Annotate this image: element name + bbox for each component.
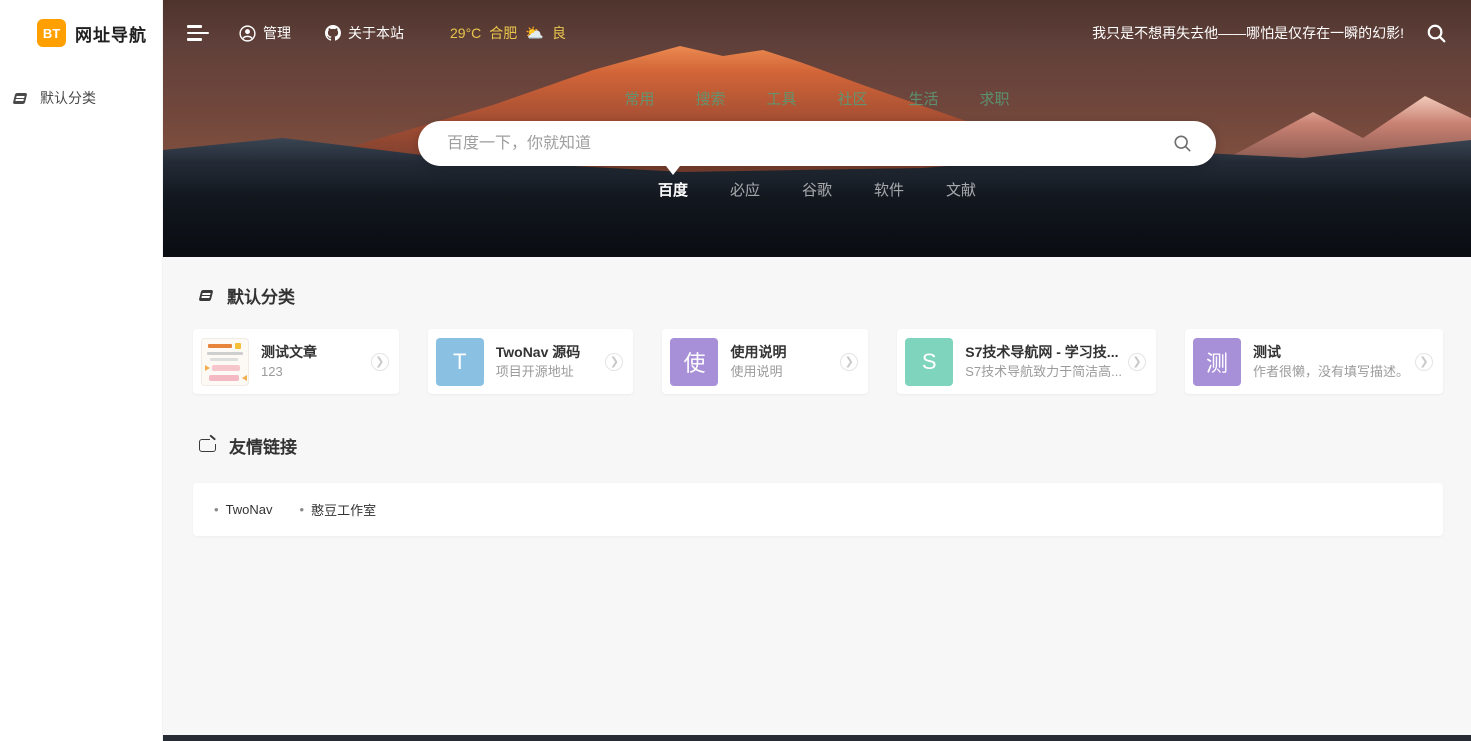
weather-air-quality: 良	[552, 23, 566, 43]
site-card-s7nav[interactable]: S S7技术导航网 - 学习技... S7技术导航致力于简洁高... ❯	[897, 329, 1156, 394]
site-card-twonav[interactable]: T TwoNav 源码 项目开源地址 ❯	[428, 329, 634, 394]
site-card-test-article[interactable]: 测试文章 123 ❯	[193, 329, 399, 394]
category-tab-gongju[interactable]: 工具	[766, 88, 796, 109]
site-title: TwoNav 源码	[496, 343, 600, 362]
site-title: S7技术导航网 - 学习技...	[965, 343, 1122, 362]
sidebar-item-default-category[interactable]: 默认分类	[13, 88, 162, 108]
chevron-right-icon: ❯	[840, 353, 858, 371]
site-card-test[interactable]: 测 测试 作者很懒，没有填写描述。 ❯	[1185, 329, 1443, 394]
site-title: 使用说明	[730, 343, 834, 362]
site-title: 测试	[1253, 343, 1409, 362]
site-desc: 使用说明	[730, 363, 834, 381]
github-icon	[325, 25, 341, 41]
category-tabs: 常用 搜索 工具 社区 生活 求职	[163, 88, 1471, 109]
search-input[interactable]	[447, 135, 1173, 153]
friend-link-handou-studio[interactable]: • 憨豆工作室	[300, 500, 377, 519]
search-engine-tabs: 百度 必应 谷歌 软件 文献	[163, 179, 1471, 200]
engine-tab-literature[interactable]: 文献	[946, 179, 976, 200]
weather-city: 合肥	[489, 23, 517, 43]
menu-toggle-icon[interactable]	[185, 21, 211, 44]
weather-icon: ⛅	[525, 24, 544, 42]
category-tab-shequ[interactable]: 社区	[838, 88, 868, 109]
sidebar: BT 网址导航 默认分类	[0, 0, 163, 741]
chevron-right-icon: ❯	[605, 353, 623, 371]
active-engine-indicator	[666, 166, 680, 175]
category-tab-changyong[interactable]: 常用	[624, 88, 654, 109]
topbar: 管理 关于本站 29°C 合肥 ⛅ 良 我只是不想再失去他——哪怕是仅存在一瞬的…	[163, 0, 1471, 66]
link-card-icon	[199, 439, 216, 452]
engine-tab-google[interactable]: 谷歌	[802, 179, 832, 200]
content-area: 默认分类 测试文章 123 ❯ T T	[163, 257, 1471, 536]
site-card-grid: 测试文章 123 ❯ T TwoNav 源码 项目开源地址 ❯ 使	[193, 329, 1443, 394]
header-search-icon[interactable]	[1426, 23, 1447, 44]
logo-badge: BT	[37, 19, 66, 47]
weather-temperature: 29°C	[450, 25, 481, 41]
bullet: •	[214, 502, 219, 517]
section-title: 友情链接	[229, 433, 297, 458]
site-desc: S7技术导航致力于简洁高...	[965, 363, 1122, 381]
category-tab-sousuo[interactable]: 搜索	[695, 88, 725, 109]
engine-tab-baidu[interactable]: 百度	[658, 179, 688, 200]
chevron-right-icon: ❯	[1415, 353, 1433, 371]
site-desc: 作者很懒，没有填写描述。	[1253, 363, 1409, 381]
bullet: •	[300, 502, 305, 517]
hero-banner: 管理 关于本站 29°C 合肥 ⛅ 良 我只是不想再失去他——哪怕是仅存在一瞬的…	[163, 0, 1471, 257]
search-submit-icon[interactable]	[1173, 134, 1192, 153]
logo-title: 网址导航	[75, 21, 147, 46]
site-logo[interactable]: BT 网址导航	[0, 0, 162, 47]
chevron-right-icon: ❯	[1128, 353, 1146, 371]
site-icon: 测	[1193, 338, 1241, 386]
category-tab-qiuzhi[interactable]: 求职	[980, 88, 1010, 109]
main-area: 管理 关于本站 29°C 合肥 ⛅ 良 我只是不想再失去他——哪怕是仅存在一瞬的…	[163, 0, 1471, 741]
footer-bar	[163, 735, 1471, 741]
page: BT 网址导航 默认分类	[0, 0, 1471, 741]
book-icon	[13, 92, 28, 105]
engine-tab-bing[interactable]: 必应	[730, 179, 760, 200]
site-icon: S	[905, 338, 953, 386]
search-box	[418, 121, 1216, 166]
weather-widget: 29°C 合肥 ⛅ 良	[450, 23, 566, 43]
section-default-category-header: 默认分类	[193, 283, 1443, 308]
engine-tab-software[interactable]: 软件	[874, 179, 904, 200]
category-tab-shenghuo[interactable]: 生活	[909, 88, 939, 109]
site-card-usage[interactable]: 使 使用说明 使用说明 ❯	[662, 329, 868, 394]
section-title: 默认分类	[227, 283, 295, 308]
site-icon: T	[436, 338, 484, 386]
section-friend-links-header: 友情链接	[193, 433, 1443, 458]
manage-link[interactable]: 管理	[239, 23, 291, 43]
about-link[interactable]: 关于本站	[325, 23, 404, 43]
site-desc: 项目开源地址	[496, 363, 600, 381]
hitokoto-quote: 我只是不想再失去他——哪怕是仅存在一瞬的幻影!	[1092, 23, 1404, 43]
book-icon	[199, 289, 214, 302]
article-thumbnail	[201, 338, 249, 386]
sidebar-item-label: 默认分类	[40, 88, 96, 108]
friend-link-twonav[interactable]: • TwoNav	[214, 502, 273, 517]
site-icon: 使	[670, 338, 718, 386]
chevron-right-icon: ❯	[371, 353, 389, 371]
site-desc: 123	[261, 363, 365, 381]
user-icon	[239, 25, 256, 42]
site-title: 测试文章	[261, 343, 365, 362]
friend-links-panel: • TwoNav • 憨豆工作室	[193, 483, 1443, 536]
